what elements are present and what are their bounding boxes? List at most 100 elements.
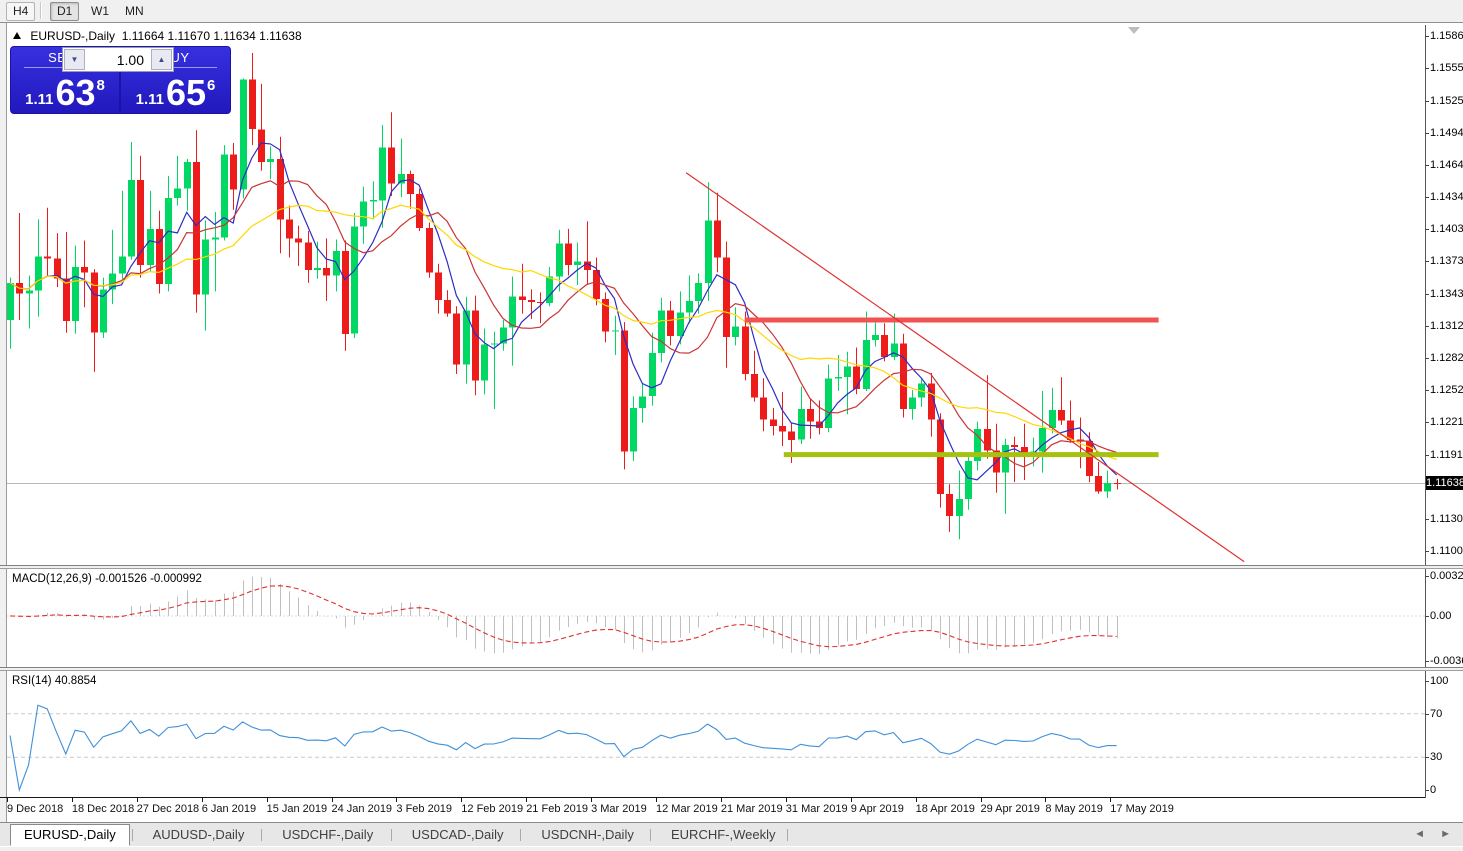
- rsi-tick-label: 30: [1430, 751, 1443, 764]
- price-tick-label: 1.13125: [1430, 319, 1463, 332]
- date-label: 12 Mar 2019: [656, 803, 718, 815]
- tab-eurusd-daily[interactable]: EURUSD-,Daily: [10, 824, 130, 846]
- date-tick-mark: [1045, 798, 1047, 802]
- date-tick-mark: [331, 798, 333, 802]
- date-tick-mark: [850, 798, 852, 802]
- price-tick-label: 1.14035: [1430, 223, 1463, 236]
- price-tick-label: 1.12520: [1430, 383, 1463, 396]
- price-tick-label: 1.14945: [1430, 126, 1463, 139]
- tab-usdchf-daily[interactable]: USDCHF-,Daily: [269, 825, 386, 844]
- macd-tick-mark: [1425, 616, 1429, 617]
- chart-tab-bar: EURUSD-,Daily AUDUSD-,Daily USDCHF-,Daily U…: [0, 822, 1463, 847]
- price-tick-mark: [1425, 68, 1429, 70]
- sell-price-big: 63: [55, 72, 96, 113]
- timeframe-w1-button[interactable]: W1: [84, 2, 116, 21]
- tab-scroll-right-button[interactable]: ►: [1440, 828, 1451, 840]
- price-tick-label: 1.15555: [1430, 62, 1463, 75]
- price-tick-mark: [1425, 454, 1429, 456]
- date-label: 21 Feb 2019: [526, 803, 588, 815]
- timeframe-h4-button[interactable]: H4: [6, 2, 36, 21]
- price-tick-mark: [1425, 325, 1429, 327]
- timeframe-toolbar: H4 D1 W1 MN: [0, 0, 1463, 23]
- date-tick-mark: [396, 798, 398, 802]
- date-label: 6 Jan 2019: [201, 803, 257, 815]
- tab-eurchf-weekly[interactable]: EURCHF-,Weekly: [658, 825, 789, 844]
- price-tick-mark: [1425, 197, 1429, 199]
- tab-scroll-left-button[interactable]: ◄: [1414, 828, 1425, 840]
- price-tick-mark: [1425, 164, 1429, 166]
- collapse-triangle-icon[interactable]: [13, 32, 21, 39]
- rsi-panel-canvas[interactable]: [7, 672, 1425, 797]
- volume-decrease-button[interactable]: ▼: [64, 49, 85, 70]
- date-label: 15 Jan 2019: [266, 803, 328, 815]
- bottom-strip: [0, 846, 1463, 851]
- macd-panel-canvas[interactable]: [7, 570, 1425, 666]
- date-label: 31 Mar 2019: [785, 803, 848, 815]
- date-tick-mark: [7, 798, 8, 802]
- price-tick-mark: [1425, 518, 1429, 520]
- price-tick-label: 1.14645: [1430, 158, 1463, 171]
- date-label: 24 Jan 2019: [331, 803, 393, 815]
- buy-price-pip: 6: [207, 76, 216, 94]
- date-tick-mark: [785, 798, 787, 802]
- chart-shift-marker-icon[interactable]: [1128, 27, 1140, 34]
- macd-tick-label: 0.003287: [1430, 569, 1463, 582]
- tab-separator: [131, 829, 133, 841]
- price-tick-mark: [1425, 100, 1429, 102]
- date-label: 9 Apr 2019: [850, 803, 904, 815]
- sell-price-prefix: 1.11: [25, 90, 54, 108]
- tab-separator: [650, 829, 651, 841]
- rsi-tick-label: 70: [1430, 707, 1443, 720]
- date-tick-mark: [71, 798, 73, 802]
- macd-splitter[interactable]: [0, 565, 1463, 569]
- rsi-tick-mark: [1425, 790, 1429, 791]
- chart-title: EURUSD-,Daily 1.11664 1.11670 1.11634 1.…: [13, 29, 302, 43]
- price-tick-label: 1.11000: [1430, 545, 1463, 557]
- macd-tick-mark: [1425, 660, 1429, 662]
- date-label: 17 May 2019: [1110, 803, 1174, 815]
- volume-input[interactable]: ▼ 1.00 ▲: [62, 47, 174, 72]
- date-tick-mark: [591, 798, 593, 802]
- tab-separator: [520, 829, 522, 841]
- timeframe-mn-button[interactable]: MN: [118, 2, 151, 21]
- date-label: 27 Dec 2018: [136, 803, 200, 815]
- price-tick-mark: [1425, 36, 1429, 37]
- price-tick-mark: [1425, 389, 1429, 391]
- current-price-badge: 1.11638: [1426, 476, 1463, 491]
- macd-label: MACD(12,26,9) -0.001526 -0.000992: [12, 573, 202, 585]
- date-label: 3 Mar 2019: [591, 803, 647, 815]
- sell-price: 1.11 63 8: [11, 74, 119, 112]
- price-tick-label: 1.13430: [1430, 287, 1463, 300]
- window-left-frame: [0, 23, 7, 850]
- date-tick-mark: [720, 798, 722, 802]
- one-click-trading-panel: SELL 1.11 63 8 BUY 1.11 65 6 ▼ 1.00 ▲: [10, 46, 231, 114]
- macd-tick-label: -0.003652: [1430, 654, 1463, 667]
- price-tick-label: 1.13735: [1430, 255, 1463, 268]
- chart-ohlc-values: 1.11664 1.11670 1.11634 1.11638: [121, 29, 302, 43]
- date-label: 8 May 2019: [1045, 803, 1103, 815]
- price-tick-mark: [1425, 261, 1429, 263]
- price-tick-label: 1.12820: [1430, 352, 1463, 365]
- price-tick-label: 1.14340: [1430, 191, 1463, 204]
- rsi-tick-mark: [1425, 757, 1429, 759]
- tab-separator: [390, 829, 392, 841]
- tab-usdcad-daily[interactable]: USDCAD-,Daily: [399, 825, 517, 844]
- buy-price-big: 65: [165, 72, 207, 113]
- rsi-tick-label: 100: [1430, 675, 1449, 687]
- tab-audusd-daily[interactable]: AUDUSD-,Daily: [140, 825, 258, 844]
- date-tick-mark: [136, 798, 138, 802]
- tab-usdcnh-daily[interactable]: USDCNH-,Daily: [528, 825, 646, 844]
- rsi-splitter[interactable]: [0, 667, 1463, 671]
- volume-increase-button[interactable]: ▲: [151, 49, 172, 70]
- date-label: 12 Feb 2019: [461, 803, 524, 815]
- price-tick-label: 1.15860: [1430, 30, 1463, 42]
- price-tick-label: 1.11305: [1430, 512, 1463, 525]
- date-label: 18 Apr 2019: [915, 803, 975, 815]
- price-tick-mark: [1425, 132, 1429, 134]
- rsi-tick-mark: [1425, 681, 1429, 682]
- timeframe-d1-button[interactable]: D1: [50, 2, 80, 21]
- date-tick-mark: [266, 798, 268, 802]
- price-tick-mark: [1425, 358, 1429, 360]
- date-tick-mark: [1110, 798, 1112, 802]
- toolbar-separator: [40, 2, 42, 19]
